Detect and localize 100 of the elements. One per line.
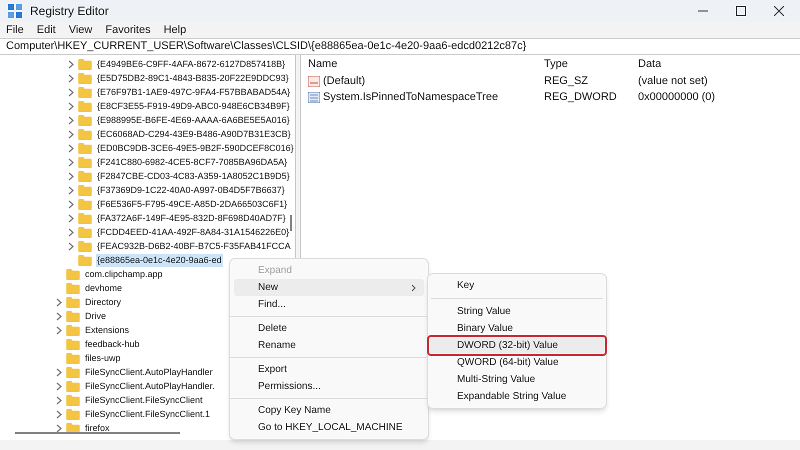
menu-bar-item[interactable]: Edit <box>36 22 56 38</box>
chevron-icon[interactable] <box>68 130 74 138</box>
binary-value-icon <box>308 92 320 103</box>
menu-item[interactable]: Expandable String Value <box>429 388 605 405</box>
menu-bar-item[interactable]: View <box>68 22 92 38</box>
value-name: (Default) <box>323 74 366 89</box>
folder-icon <box>78 226 92 238</box>
tree-item[interactable]: {FCDD4EED-41AA-492F-8A84-31A1546226E0} <box>96 226 290 238</box>
tree-item[interactable]: FileSyncClient.FileSyncClient <box>84 394 204 406</box>
chevron-icon[interactable] <box>68 172 74 180</box>
tree-item[interactable]: devhome <box>84 282 124 294</box>
chevron-icon[interactable] <box>68 200 74 208</box>
menu-item[interactable]: Delete <box>234 320 424 337</box>
folder-icon <box>66 352 80 364</box>
folder-icon <box>66 338 80 350</box>
folder-icon <box>78 142 92 154</box>
menu-bar-item[interactable]: Help <box>164 22 186 38</box>
folder-icon <box>66 380 80 392</box>
menu-item[interactable]: String Value <box>429 303 605 320</box>
menu-item[interactable]: New <box>234 279 424 296</box>
folder-icon <box>78 156 92 168</box>
menu-item[interactable]: Permissions... <box>234 378 424 395</box>
folder-icon <box>78 72 92 84</box>
tree-item[interactable]: {e88865ea-0e1c-4e20-9aa6-ed <box>96 254 223 266</box>
folder-icon <box>78 184 92 196</box>
tree-item[interactable]: {FEAC932B-D6B2-40BF-B7C5-F35FAB41FCCA <box>96 240 292 252</box>
chevron-icon[interactable] <box>68 60 74 68</box>
maximize-icon[interactable] <box>736 6 746 16</box>
tree-item[interactable]: {F37369D9-1C22-40A0-A997-0B4D5F7B6637} <box>96 184 286 196</box>
menu-item[interactable]: Key <box>429 277 605 294</box>
tree-item[interactable]: {E76F97B1-1AE9-497C-9FA4-F57BBABAD54A} <box>96 86 292 98</box>
menu-item[interactable]: Go to HKEY_LOCAL_MACHINE <box>234 419 424 436</box>
tree-item[interactable]: FileSyncClient.AutoPlayHandler. <box>84 380 216 392</box>
menu-item[interactable]: Find... <box>234 296 424 313</box>
chevron-icon[interactable] <box>68 242 74 250</box>
chevron-icon[interactable] <box>56 396 62 404</box>
folder-icon <box>78 254 92 266</box>
tree-item[interactable]: {F6E536F5-F795-49CE-A85D-2DA66503C6F1} <box>96 198 288 210</box>
folder-icon <box>66 268 80 280</box>
tree-item[interactable]: {E5D75DB2-89C1-4843-B835-20F22E9DDC93} <box>96 72 290 84</box>
chevron-icon[interactable] <box>68 88 74 96</box>
chevron-icon[interactable] <box>68 228 74 236</box>
value-name: System.IsPinnedToNamespaceTree <box>323 90 498 105</box>
folder-icon <box>78 198 92 210</box>
tree-item[interactable]: Directory <box>84 296 122 308</box>
menu-item[interactable]: Export <box>234 361 424 378</box>
chevron-icon[interactable] <box>56 382 62 390</box>
tree-item[interactable]: {E4949BE6-C9FF-4AFA-8672-6127D857418B} <box>96 58 286 70</box>
tree-item[interactable]: FileSyncClient.AutoPlayHandler <box>84 366 214 378</box>
menu-item[interactable]: Binary Value <box>429 320 605 337</box>
menu-item[interactable]: Multi-String Value <box>429 371 605 388</box>
chevron-icon[interactable] <box>56 410 62 418</box>
tree-item[interactable]: {ED0BC9DB-3CE6-49E5-9B2F-590DCEF8C016} <box>96 142 295 154</box>
chevron-icon[interactable] <box>68 116 74 124</box>
chevron-icon[interactable] <box>56 424 62 432</box>
tree-item[interactable]: Drive <box>84 310 108 322</box>
chevron-icon[interactable] <box>68 144 74 152</box>
address-bar[interactable]: Computer\HKEY_CURRENT_USER\Software\Classes\CLSID\{e88865ea-0e1c-4e20-9aa6-edcd0212c87c} <box>0 38 800 55</box>
menu-bar-item[interactable]: Favorites <box>105 22 151 38</box>
menu-item[interactable]: Copy Key Name <box>234 402 424 419</box>
chevron-icon[interactable] <box>68 74 74 82</box>
chevron-icon[interactable] <box>56 312 62 320</box>
column-header[interactable]: Data <box>638 56 793 72</box>
folder-icon <box>78 128 92 140</box>
tree-item[interactable]: {F241C880-6982-4CE5-8CF7-7085BA96DA5A} <box>96 156 288 168</box>
folder-icon <box>66 310 80 322</box>
chevron-icon[interactable] <box>56 326 62 334</box>
menu-item[interactable]: Rename <box>234 337 424 354</box>
chevron-icon[interactable] <box>68 214 74 222</box>
tree-item[interactable]: {F2847CBE-CD03-4C83-A359-1A8052C1B9D5} <box>96 170 291 182</box>
folder-icon <box>66 366 80 378</box>
folder-icon <box>66 422 80 434</box>
menu-item[interactable]: QWORD (64-bit) Value <box>429 354 605 371</box>
chevron-icon[interactable] <box>56 298 62 306</box>
tree-item[interactable]: {FA372A6F-149F-4E95-832D-8F698D40AD7F} <box>96 212 287 224</box>
tree-item[interactable]: files-uwp <box>84 352 122 364</box>
tree-item[interactable]: FileSyncClient.FileSyncClient.1 <box>84 408 212 420</box>
value-data: 0x00000000 (0) <box>638 90 716 105</box>
column-header[interactable]: Name <box>308 56 544 72</box>
tree-item[interactable]: {EC6068AD-C294-43E9-B486-A90D7B31E3CB} <box>96 128 292 140</box>
menu-bar-item[interactable]: File <box>6 22 24 38</box>
tree-item[interactable]: firefox <box>84 422 111 434</box>
chevron-icon[interactable] <box>68 186 74 194</box>
tree-item[interactable]: {E8CF3E55-F919-49D9-ABC0-948E6CB34B9F} <box>96 100 291 112</box>
menu-item[interactable]: DWORD (32-bit) Value <box>429 337 605 354</box>
scrollbar-thumb[interactable] <box>15 432 180 434</box>
tree-item[interactable]: feedback-hub <box>84 338 141 350</box>
chevron-icon[interactable] <box>68 102 74 110</box>
folder-icon <box>78 212 92 224</box>
chevron-icon[interactable] <box>56 368 62 376</box>
scrollbar-thumb[interactable] <box>290 215 292 231</box>
value-type: REG_DWORD <box>544 90 618 105</box>
close-icon[interactable] <box>774 6 784 16</box>
tree-item[interactable]: Extensions <box>84 324 130 336</box>
column-header[interactable]: Type <box>544 56 638 72</box>
chevron-icon[interactable] <box>68 158 74 166</box>
tree-item[interactable]: com.clipchamp.app <box>84 268 164 280</box>
tree-item[interactable]: {E988995E-B6FE-4E69-AAAA-6A6BE5E5A016} <box>96 114 291 126</box>
folder-icon <box>66 408 80 420</box>
registry-app-icon <box>8 4 22 18</box>
